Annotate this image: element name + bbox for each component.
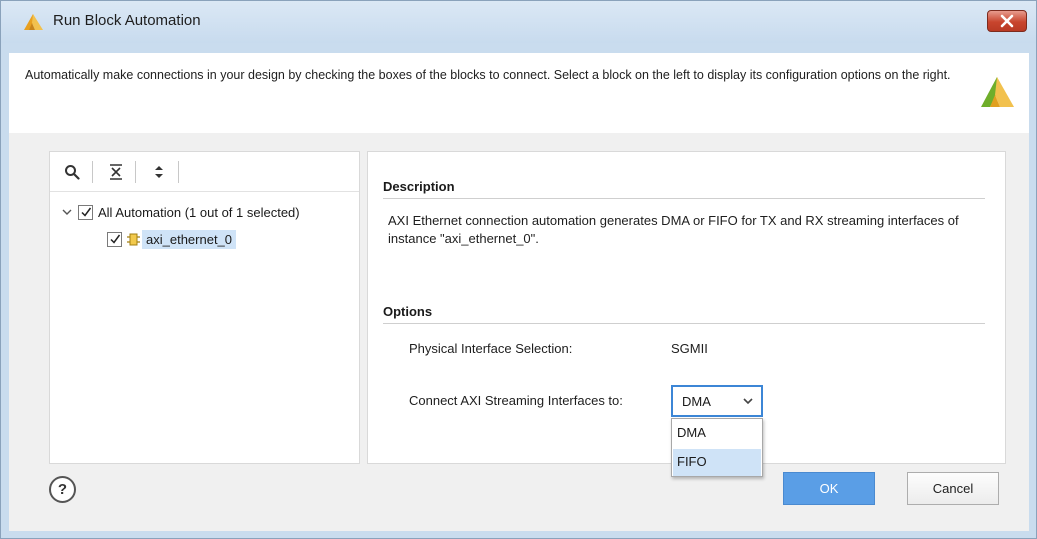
- search-icon[interactable]: [62, 162, 82, 182]
- window-title: Run Block Automation: [53, 12, 201, 29]
- connect-interfaces-select[interactable]: DMA: [671, 385, 763, 417]
- description-text: AXI Ethernet connection automation gener…: [388, 213, 959, 246]
- chevron-down-icon: [743, 398, 753, 405]
- info-banner: Automatically make connections in your d…: [9, 53, 1029, 133]
- collapse-all-icon[interactable]: [106, 162, 126, 182]
- tree-root-label: All Automation (1 out of 1 selected): [98, 204, 300, 220]
- description-heading: Description: [383, 179, 455, 194]
- check-icon: [109, 234, 120, 244]
- options-heading: Options: [383, 304, 433, 319]
- block-tree-panel: All Automation (1 out of 1 selected) axi…: [49, 151, 360, 464]
- physical-interface-value: SGMII: [671, 341, 708, 356]
- connect-label: Connect AXI Streaming Interfaces to:: [409, 393, 623, 408]
- configuration-panel: Description AXI Ethernet connection auto…: [367, 151, 1006, 477]
- run-block-automation-dialog: Run Block Automation Automatically make …: [0, 0, 1037, 539]
- dropdown-option-fifo[interactable]: FIFO: [673, 449, 761, 476]
- connect-label-text: Connect AXI Streaming Interfaces to:: [409, 393, 623, 408]
- info-text: Automatically make connections in your d…: [25, 68, 951, 82]
- chevron-down-icon[interactable]: [60, 205, 74, 219]
- close-button[interactable]: [987, 10, 1027, 32]
- dialog-content: All Automation (1 out of 1 selected) axi…: [9, 133, 1029, 531]
- description-divider: [383, 198, 985, 199]
- vivado-logo-icon: [24, 14, 43, 30]
- tree-row-all-automation[interactable]: All Automation (1 out of 1 selected): [60, 201, 300, 223]
- expand-all-icon[interactable]: [149, 162, 169, 182]
- help-button[interactable]: ?: [49, 476, 76, 503]
- dropdown-option-dma[interactable]: DMA: [673, 420, 761, 447]
- ok-button[interactable]: OK: [783, 472, 875, 505]
- tree-item-label: axi_ethernet_0: [142, 229, 237, 249]
- checkbox-all-automation[interactable]: [78, 204, 93, 220]
- checkbox-axi-ethernet[interactable]: [107, 231, 122, 247]
- ip-block-icon: [127, 233, 140, 245]
- close-icon: [1000, 14, 1014, 28]
- tree-toolbar: [50, 152, 359, 192]
- check-icon: [80, 207, 91, 217]
- physical-interface-label: Physical Interface Selection:: [409, 341, 573, 356]
- connect-options-dropdown: DMA FIFO: [671, 418, 763, 477]
- cancel-button[interactable]: Cancel: [907, 472, 999, 505]
- options-divider: [383, 323, 985, 324]
- vivado-logo-icon: [981, 77, 1014, 107]
- connect-select-value: DMA: [682, 394, 711, 409]
- title-bar[interactable]: Run Block Automation: [1, 1, 1036, 43]
- tree-row-axi-ethernet[interactable]: axi_ethernet_0: [107, 228, 237, 250]
